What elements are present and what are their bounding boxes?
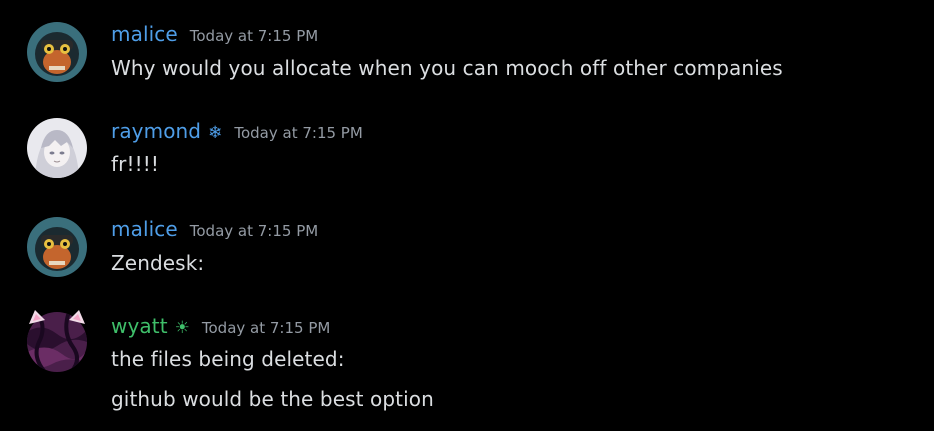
user-avatar[interactable] bbox=[27, 118, 87, 178]
avatar-image bbox=[27, 310, 87, 372]
username[interactable]: wyatt bbox=[111, 314, 168, 338]
avatar-image bbox=[27, 22, 87, 82]
message-text: github would be the best option bbox=[111, 387, 434, 411]
user-avatar[interactable] bbox=[27, 22, 87, 82]
user-avatar[interactable] bbox=[27, 310, 87, 372]
message-text: fr!!!! bbox=[111, 152, 159, 176]
chat-message-list: malice Today at 7:15 PM Why would you al… bbox=[0, 0, 934, 431]
avatar-image bbox=[27, 217, 87, 277]
username[interactable]: raymond bbox=[111, 119, 201, 143]
message-text: Zendesk: bbox=[111, 251, 205, 275]
message-text: the files being deleted: bbox=[111, 347, 345, 371]
username[interactable]: malice bbox=[111, 217, 178, 241]
timestamp: Today at 7:15 PM bbox=[234, 124, 363, 142]
timestamp: Today at 7:15 PM bbox=[189, 222, 319, 240]
snowflake-icon: ❄ bbox=[208, 123, 223, 143]
timestamp: Today at 7:15 PM bbox=[189, 27, 319, 45]
avatar-image bbox=[27, 118, 87, 178]
timestamp: Today at 7:15 PM bbox=[201, 319, 331, 337]
message-text: Why would you allocate when you can mooc… bbox=[111, 56, 783, 80]
username[interactable]: malice bbox=[111, 22, 178, 46]
user-avatar[interactable] bbox=[27, 217, 87, 277]
sun-icon: ☀ bbox=[174, 318, 190, 338]
